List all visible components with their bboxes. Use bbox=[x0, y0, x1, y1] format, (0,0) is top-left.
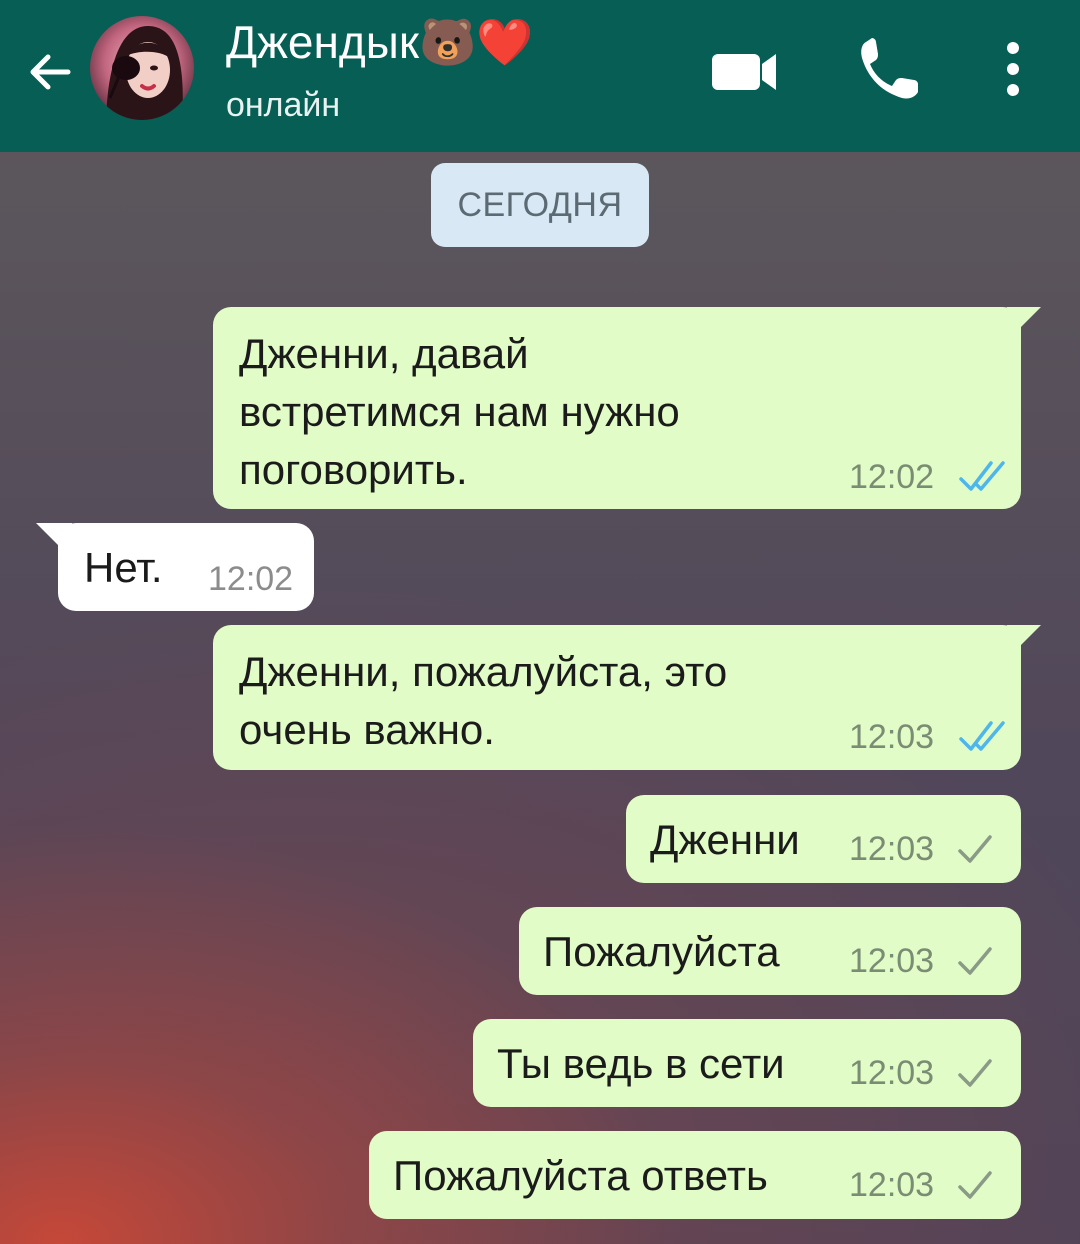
sent-check-icon bbox=[958, 947, 992, 975]
incoming-message[interactable]: Нет. 12:02 bbox=[36, 523, 314, 611]
message-time: 12:03 bbox=[849, 830, 935, 868]
outgoing-message[interactable]: Дженни, давай встретимся нам нужно погов… bbox=[213, 307, 1041, 509]
chat-header: Джендык🐻❤️ онлайн bbox=[0, 0, 1080, 152]
video-call-icon[interactable] bbox=[708, 36, 780, 106]
message-text: Пожалуйста ответь bbox=[393, 1152, 768, 1199]
back-arrow-icon[interactable] bbox=[22, 44, 78, 100]
outgoing-message[interactable]: Дженни, пожалуйста, это очень важно. 12:… bbox=[213, 625, 1041, 770]
message-time: 12:03 bbox=[849, 942, 935, 980]
contact-status: онлайн bbox=[226, 86, 341, 124]
contact-avatar[interactable] bbox=[90, 16, 194, 120]
sent-check-icon bbox=[958, 835, 992, 863]
message-time: 12:02 bbox=[208, 560, 294, 598]
read-double-check-icon bbox=[959, 721, 1005, 751]
outgoing-message[interactable]: Пожалуйста 12:03 bbox=[519, 907, 1021, 995]
message-text: Дженни, пожалуйста, это очень важно. bbox=[239, 648, 728, 753]
bubble-tail bbox=[1007, 307, 1041, 341]
message-time: 12:02 bbox=[849, 458, 935, 496]
more-vert-icon[interactable] bbox=[990, 36, 1036, 106]
contact-name[interactable]: Джендык🐻❤️ bbox=[226, 14, 534, 70]
message-time: 12:03 bbox=[849, 718, 935, 756]
message-time: 12:03 bbox=[849, 1054, 935, 1092]
message-text: Ты ведь в сети bbox=[497, 1040, 785, 1087]
outgoing-message[interactable]: Пожалуйста ответь 12:03 bbox=[369, 1131, 1021, 1219]
bubble-tail bbox=[1007, 625, 1041, 659]
message-time: 12:03 bbox=[849, 1166, 935, 1204]
message-text: Пожалуйста bbox=[543, 928, 780, 975]
message-text: Нет. bbox=[84, 544, 163, 591]
phone-icon[interactable] bbox=[852, 36, 926, 106]
sent-check-icon bbox=[958, 1059, 992, 1087]
bubble-tail bbox=[36, 523, 72, 559]
outgoing-message[interactable]: Ты ведь в сети 12:03 bbox=[473, 1019, 1021, 1107]
read-double-check-icon bbox=[959, 461, 1005, 491]
outgoing-message[interactable]: Дженни 12:03 bbox=[626, 795, 1021, 883]
message-text: Дженни bbox=[650, 816, 800, 863]
message-text: Дженни, давай встретимся нам нужно погов… bbox=[239, 330, 680, 493]
date-separator: СЕГОДНЯ bbox=[431, 163, 649, 247]
sent-check-icon bbox=[958, 1171, 992, 1199]
